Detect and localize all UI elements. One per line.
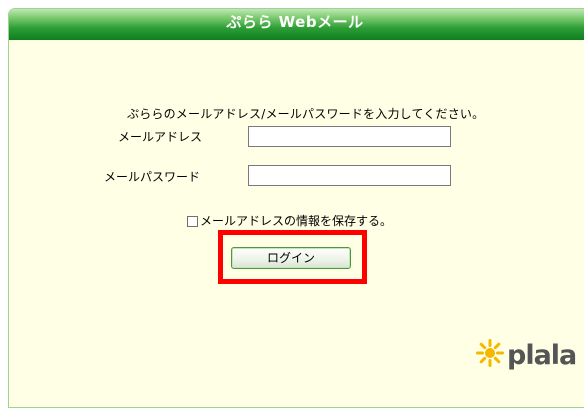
password-label: メールパスワード (104, 170, 201, 184)
plala-logo: plala (475, 338, 577, 372)
logo-text: plala (507, 339, 577, 371)
login-button[interactable]: ログイン (231, 247, 351, 269)
save-address-checkbox[interactable] (187, 215, 198, 227)
password-input[interactable] (248, 165, 451, 186)
sun-icon (475, 338, 505, 372)
address-label: メールアドレス (118, 130, 203, 144)
app-title: ぷらら Webメール (226, 13, 364, 31)
save-address-row[interactable]: メールアドレスの情報を保存する。 (187, 212, 392, 229)
save-address-label[interactable]: メールアドレスの情報を保存する。 (200, 212, 392, 229)
title-bar: ぷらら Webメール (9, 9, 584, 40)
email-address-input[interactable] (248, 126, 451, 147)
instructions-text: ぷららのメールアドレス/メールパスワードを入力してください。 (127, 107, 485, 121)
